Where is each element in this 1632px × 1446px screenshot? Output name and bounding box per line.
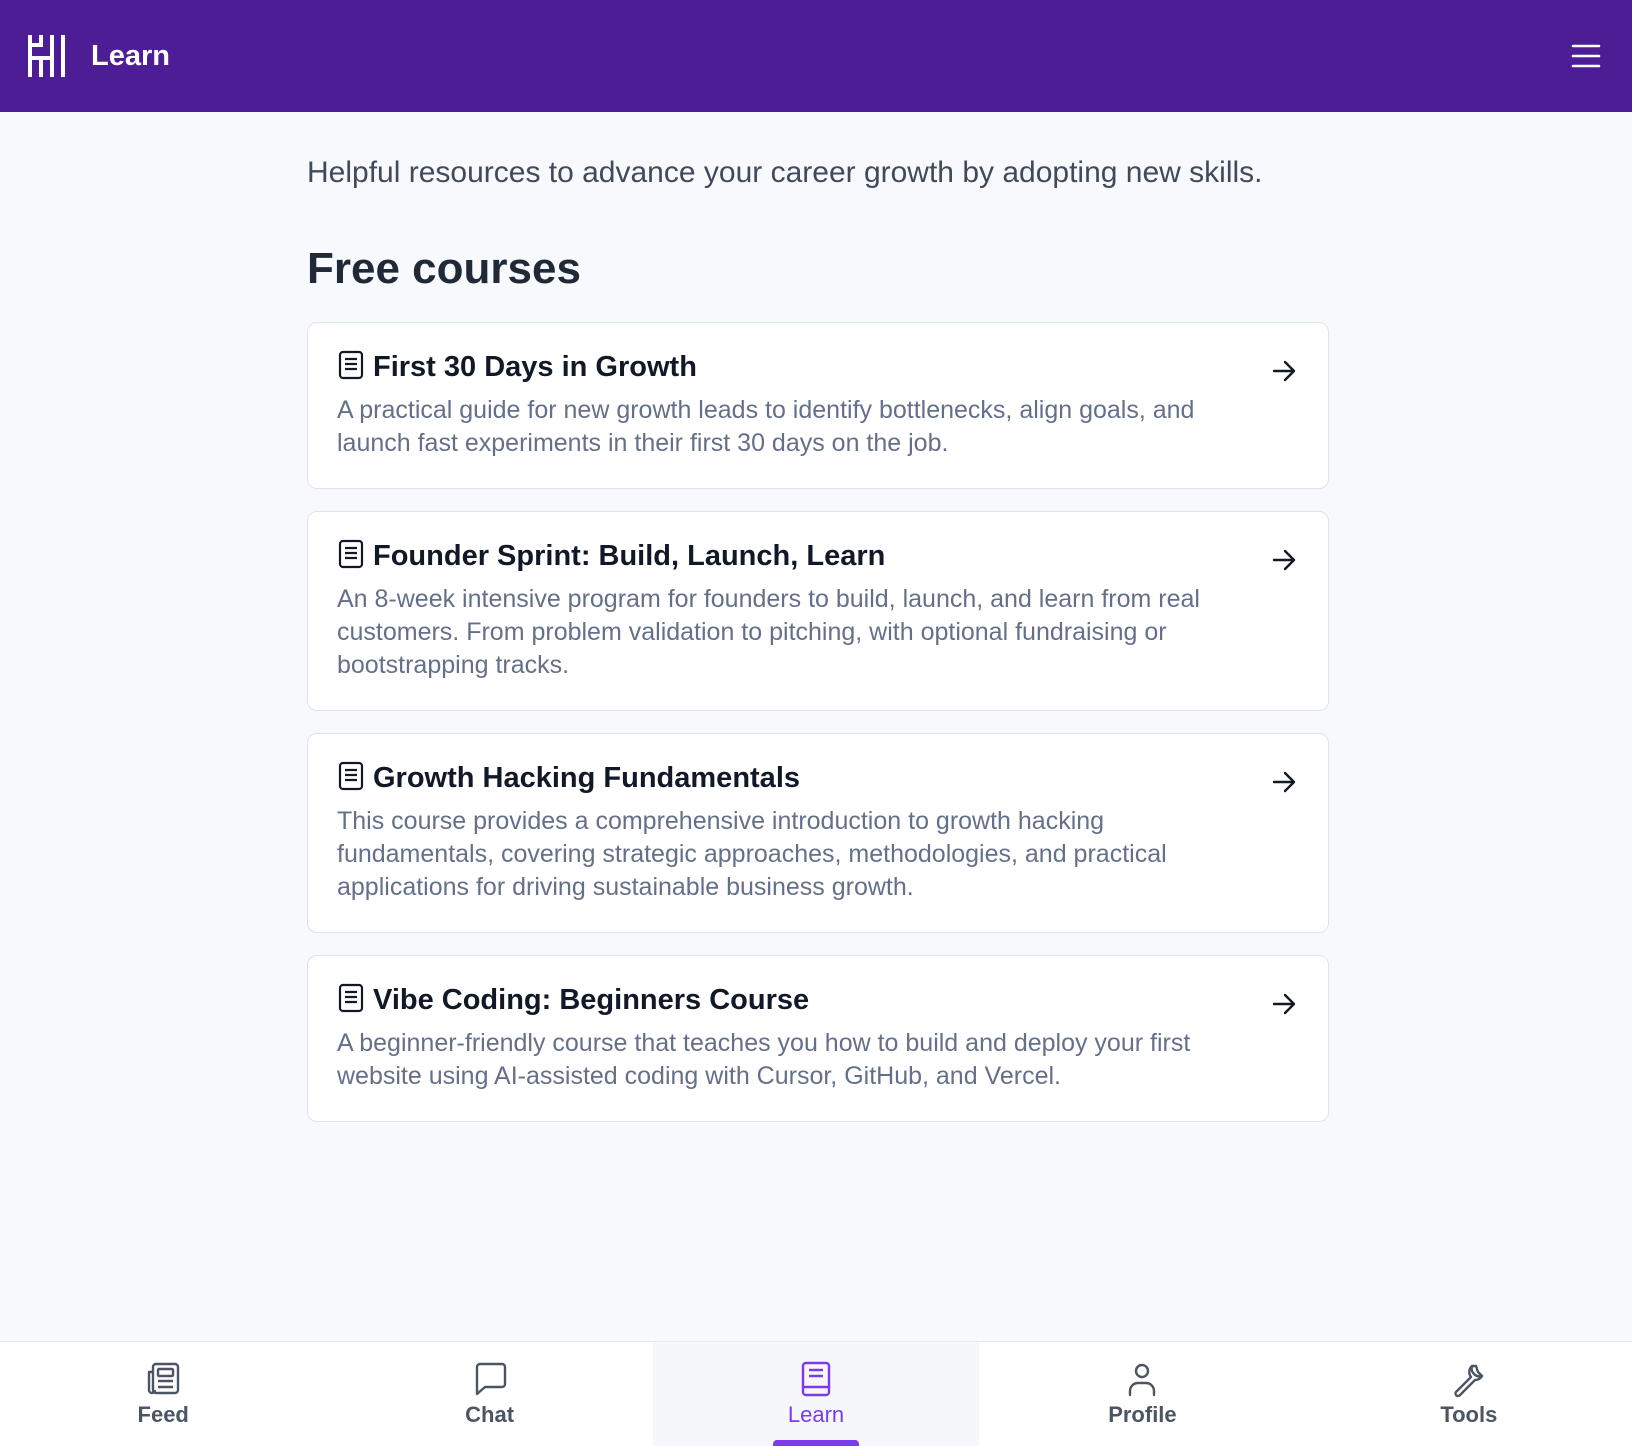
bottom-nav: Feed Chat Learn Profile Tools bbox=[0, 1341, 1632, 1446]
nav-label: Profile bbox=[1108, 1402, 1177, 1427]
nav-item-feed[interactable]: Feed bbox=[0, 1342, 326, 1446]
book-icon bbox=[801, 1361, 831, 1397]
app-header: Learn bbox=[0, 0, 1632, 112]
nav-label: Chat bbox=[465, 1402, 515, 1427]
menu-button[interactable] bbox=[1568, 38, 1604, 74]
nav-item-chat[interactable]: Chat bbox=[326, 1342, 652, 1446]
page-title: Learn bbox=[91, 39, 170, 72]
nav-label: Tools bbox=[1440, 1402, 1498, 1427]
nav-label: Learn bbox=[787, 1402, 845, 1427]
newspaper-icon bbox=[148, 1362, 180, 1395]
active-tab-indicator bbox=[773, 1440, 860, 1446]
course-description: This course provides a comprehensive int… bbox=[337, 807, 1167, 901]
nav-item-learn[interactable]: Learn bbox=[652, 1342, 980, 1446]
section-title: Free courses bbox=[307, 244, 581, 293]
nav-item-profile[interactable]: Profile bbox=[979, 1342, 1305, 1446]
user-icon bbox=[1129, 1363, 1156, 1397]
course-card[interactable]: Vibe Coding: Beginners Course A beginner… bbox=[307, 955, 1329, 1122]
arrow-right-icon[interactable] bbox=[1270, 546, 1298, 574]
course-card[interactable]: Growth Hacking Fundamentals This course … bbox=[307, 733, 1329, 933]
arrow-right-icon[interactable] bbox=[1270, 357, 1298, 385]
course-description: A beginner-friendly course that teaches … bbox=[337, 1029, 1191, 1090]
course-card[interactable]: Founder Sprint: Build, Launch, Learn An … bbox=[307, 511, 1329, 711]
document-icon bbox=[338, 983, 364, 1012]
chat-bubble-icon bbox=[475, 1362, 506, 1396]
nav-label: Feed bbox=[137, 1402, 189, 1427]
intro-text: Helpful resources to advance your career… bbox=[307, 156, 1263, 189]
course-title: Vibe Coding: Beginners Course bbox=[373, 984, 810, 1016]
course-title: Growth Hacking Fundamentals bbox=[373, 762, 800, 794]
arrow-right-icon[interactable] bbox=[1270, 768, 1298, 796]
wrench-icon bbox=[1454, 1364, 1484, 1398]
hamburger-menu-icon bbox=[1571, 44, 1601, 68]
course-title: First 30 Days in Growth bbox=[373, 351, 697, 383]
course-card[interactable]: First 30 Days in Growth A practical guid… bbox=[307, 322, 1329, 489]
nav-item-tools[interactable]: Tools bbox=[1306, 1342, 1632, 1446]
brand-logo-icon[interactable] bbox=[27, 33, 67, 79]
course-title: Founder Sprint: Build, Launch, Learn bbox=[373, 540, 886, 572]
document-icon bbox=[338, 539, 364, 568]
document-icon bbox=[338, 761, 364, 790]
course-description: A practical guide for new growth leads t… bbox=[337, 396, 1195, 457]
document-icon bbox=[338, 350, 364, 379]
course-description: An 8-week intensive program for founders… bbox=[337, 585, 1200, 679]
arrow-right-icon[interactable] bbox=[1270, 990, 1298, 1018]
course-list: First 30 Days in Growth A practical guid… bbox=[307, 322, 1329, 1144]
